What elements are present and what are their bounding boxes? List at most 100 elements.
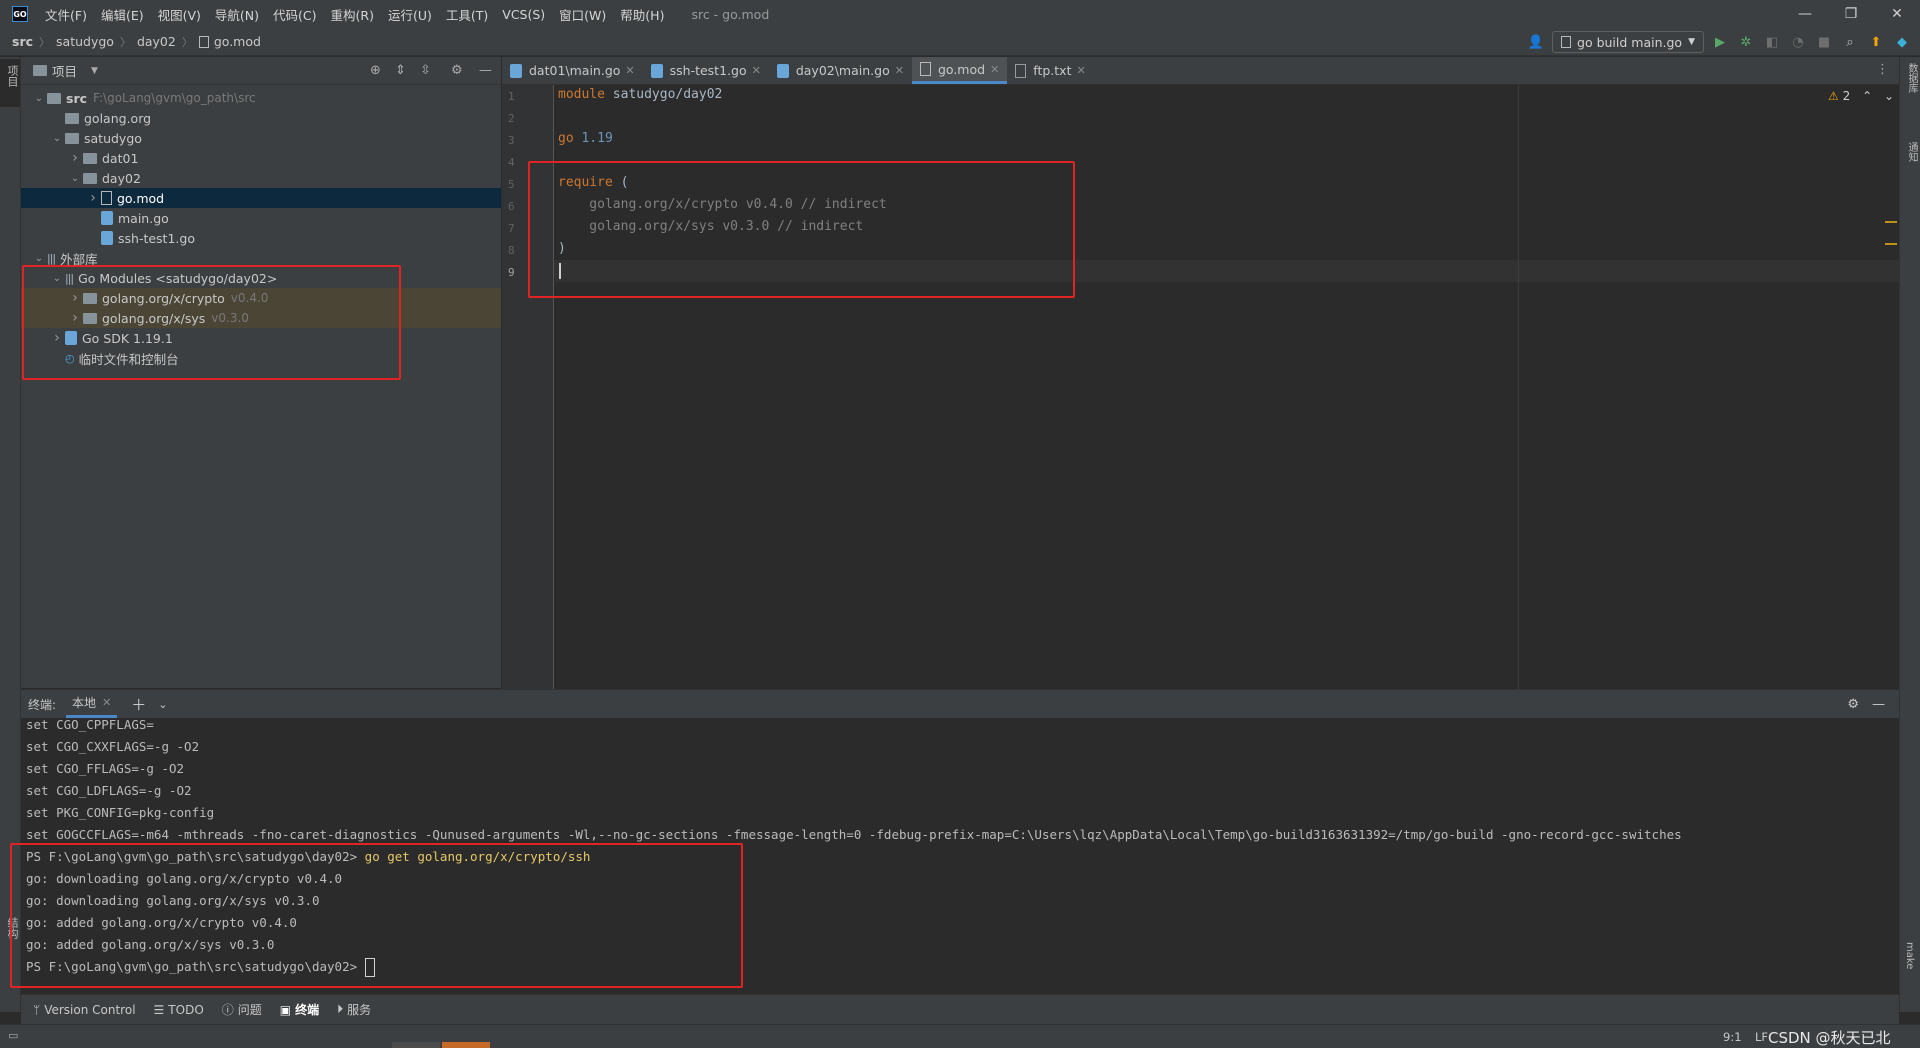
restore-button[interactable]: ❐ (1828, 0, 1874, 28)
tree-item[interactable]: ⌄ satudygo (21, 128, 501, 148)
menu-view[interactable]: 视图(V) (151, 5, 208, 24)
folder-icon (47, 92, 61, 104)
code-line-1: module satudygo/day02 (558, 87, 723, 102)
chevron-up-icon[interactable]: ⌃ (1862, 89, 1872, 103)
search-icon[interactable]: ⌕ (1840, 32, 1860, 52)
chevron-down-icon[interactable]: ⌄ (49, 133, 65, 144)
editor-tab[interactable]: day02\main.go ✕ (769, 57, 912, 84)
gear-icon[interactable]: ⚙ (1847, 697, 1859, 712)
debug-icon[interactable]: ✲ (1736, 32, 1756, 52)
info-icon: ⓘ (221, 1003, 234, 1017)
problems-button[interactable]: ⓘ 问题 (222, 1001, 262, 1018)
make-tool-button[interactable]: make (1904, 942, 1915, 969)
progress-segment (392, 1042, 440, 1048)
tree-item[interactable]: ⌄ day02 (21, 168, 501, 188)
locate-icon[interactable]: ⊕ (370, 63, 381, 78)
editor-tab[interactable]: ftp.txt ✕ (1007, 57, 1093, 84)
project-panel-header: 项目 ▼ ⊕ ⇕ ⇳ ⚙ — (21, 57, 501, 85)
hide-panel-icon[interactable]: — (479, 63, 492, 78)
text-file-icon (1015, 63, 1027, 78)
folder-icon (65, 132, 79, 144)
gear-icon[interactable]: ⚙ (451, 63, 463, 78)
notifications-tool-button[interactable]: 通知 (1904, 142, 1919, 162)
terminal-tab-label: 本地 (72, 696, 97, 710)
close-icon[interactable]: ✕ (625, 64, 634, 77)
menu-edit[interactable]: 编辑(E) (94, 5, 151, 24)
close-icon[interactable]: ✕ (895, 64, 904, 77)
menu-tools[interactable]: 工具(T) (439, 5, 495, 24)
chevron-down-icon[interactable]: ▼ (91, 66, 98, 76)
line-separator[interactable]: LF (1755, 1030, 1768, 1044)
go-file-icon (650, 63, 663, 78)
terminal-line: set PKG_CONFIG=pkg-config (26, 805, 215, 820)
chevron-down-icon[interactable]: ⌄ (67, 173, 83, 184)
chevron-right-icon[interactable]: › (67, 150, 83, 166)
collapse-all-icon[interactable]: ⇳ (420, 63, 431, 78)
project-tool-button[interactable]: 项目 (0, 59, 20, 107)
terminal-tab-local[interactable]: 本地 ✕ (66, 690, 118, 718)
breadcrumb-gomod[interactable]: go.mod (214, 34, 261, 49)
chevron-down-icon[interactable]: ⌄ (31, 93, 47, 104)
line-number: 4 (508, 156, 515, 169)
tree-item-label: dat01 (102, 150, 139, 166)
chevron-down-icon[interactable]: ⌄ (158, 698, 167, 711)
menu-navigate[interactable]: 导航(N) (208, 5, 266, 24)
more-tabs-icon[interactable]: ⋮ (1876, 62, 1889, 77)
menu-run[interactable]: 运行(U) (381, 5, 439, 24)
coverage-icon[interactable]: ◧ (1762, 32, 1782, 52)
new-terminal-icon[interactable]: ＋ (131, 694, 146, 715)
breadcrumb-day02[interactable]: day02 (137, 34, 176, 49)
go-file-icon (101, 231, 113, 245)
profile-icon[interactable]: ◔ (1788, 32, 1808, 52)
editor-tab[interactable]: ssh-test1.go ✕ (643, 57, 769, 84)
chevron-down-icon[interactable]: ⌄ (31, 253, 47, 264)
menu-file[interactable]: 文件(F) (38, 5, 94, 24)
inspection-widget[interactable]: ⚠ 2 ⌃ ⌄ (1828, 89, 1894, 103)
title-bar: GO 文件(F) 编辑(E) 视图(V) 导航(N) 代码(C) 重构(R) 运… (0, 0, 1920, 28)
plugin-icon[interactable]: ◆ (1892, 32, 1912, 52)
menu-vcs[interactable]: VCS(S) (495, 7, 552, 22)
database-tool-button[interactable]: 数据库 (1904, 63, 1919, 93)
user-icon[interactable]: 👤 (1526, 32, 1546, 52)
todo-button[interactable]: ☰ TODO (154, 1003, 204, 1017)
close-icon[interactable]: ✕ (990, 63, 999, 76)
minimize-button[interactable]: — (1782, 0, 1828, 28)
editor-tab[interactable]: dat01\main.go ✕ (502, 57, 643, 84)
services-button[interactable]: ⏵ 服务 (337, 1001, 371, 1018)
chevron-right-icon: 〉 (119, 35, 131, 49)
tree-item[interactable]: ⌄ src F:\goLang\gvm\go_path\src (21, 88, 501, 108)
close-icon[interactable]: ✕ (1076, 64, 1085, 77)
menu-help[interactable]: 帮助(H) (613, 5, 671, 24)
close-icon[interactable]: ✕ (102, 696, 111, 709)
project-panel-title[interactable]: 项目 (52, 61, 77, 80)
progress-segment (442, 1042, 490, 1048)
menu-window[interactable]: 窗口(W) (552, 5, 613, 24)
tree-item[interactable]: › dat01 (21, 148, 501, 168)
breadcrumb-satudygo[interactable]: satudygo (56, 34, 114, 49)
layout-icon[interactable]: ▭ (8, 1029, 18, 1042)
expand-all-icon[interactable]: ⇕ (395, 63, 406, 78)
hide-panel-icon[interactable]: — (1872, 697, 1885, 712)
chevron-right-icon[interactable]: › (85, 190, 101, 206)
menu-refactor[interactable]: 重构(R) (324, 5, 381, 24)
close-window-button[interactable]: ✕ (1874, 0, 1920, 28)
close-icon[interactable]: ✕ (752, 64, 761, 77)
breadcrumb-src[interactable]: src (12, 34, 33, 49)
run-configuration-select[interactable]: go build main.go ▼ (1552, 31, 1704, 53)
tree-item[interactable]: golang.org (21, 108, 501, 128)
update-icon[interactable]: ⬆ (1866, 32, 1886, 52)
tree-item[interactable]: › go.mod (21, 188, 501, 208)
chevron-down-icon[interactable]: ⌄ (1884, 89, 1894, 103)
folder-icon (83, 172, 97, 184)
run-icon[interactable]: ▶ (1710, 32, 1730, 52)
editor-tab[interactable]: go.mod ✕ (911, 57, 1008, 84)
warning-icon: ⚠ (1828, 89, 1839, 103)
terminal-button[interactable]: ▣ 终端 (280, 1001, 319, 1018)
stop-icon[interactable]: ■ (1814, 32, 1834, 52)
menu-code[interactable]: 代码(C) (266, 5, 323, 24)
caret-position[interactable]: 9:1 (1723, 1030, 1742, 1044)
tree-item[interactable]: main.go (21, 208, 501, 228)
tree-item[interactable]: ssh-test1.go (21, 228, 501, 248)
version-control-button[interactable]: ᛘ Version Control (33, 1003, 136, 1017)
terminal-icon: ▣ (279, 1002, 292, 1017)
